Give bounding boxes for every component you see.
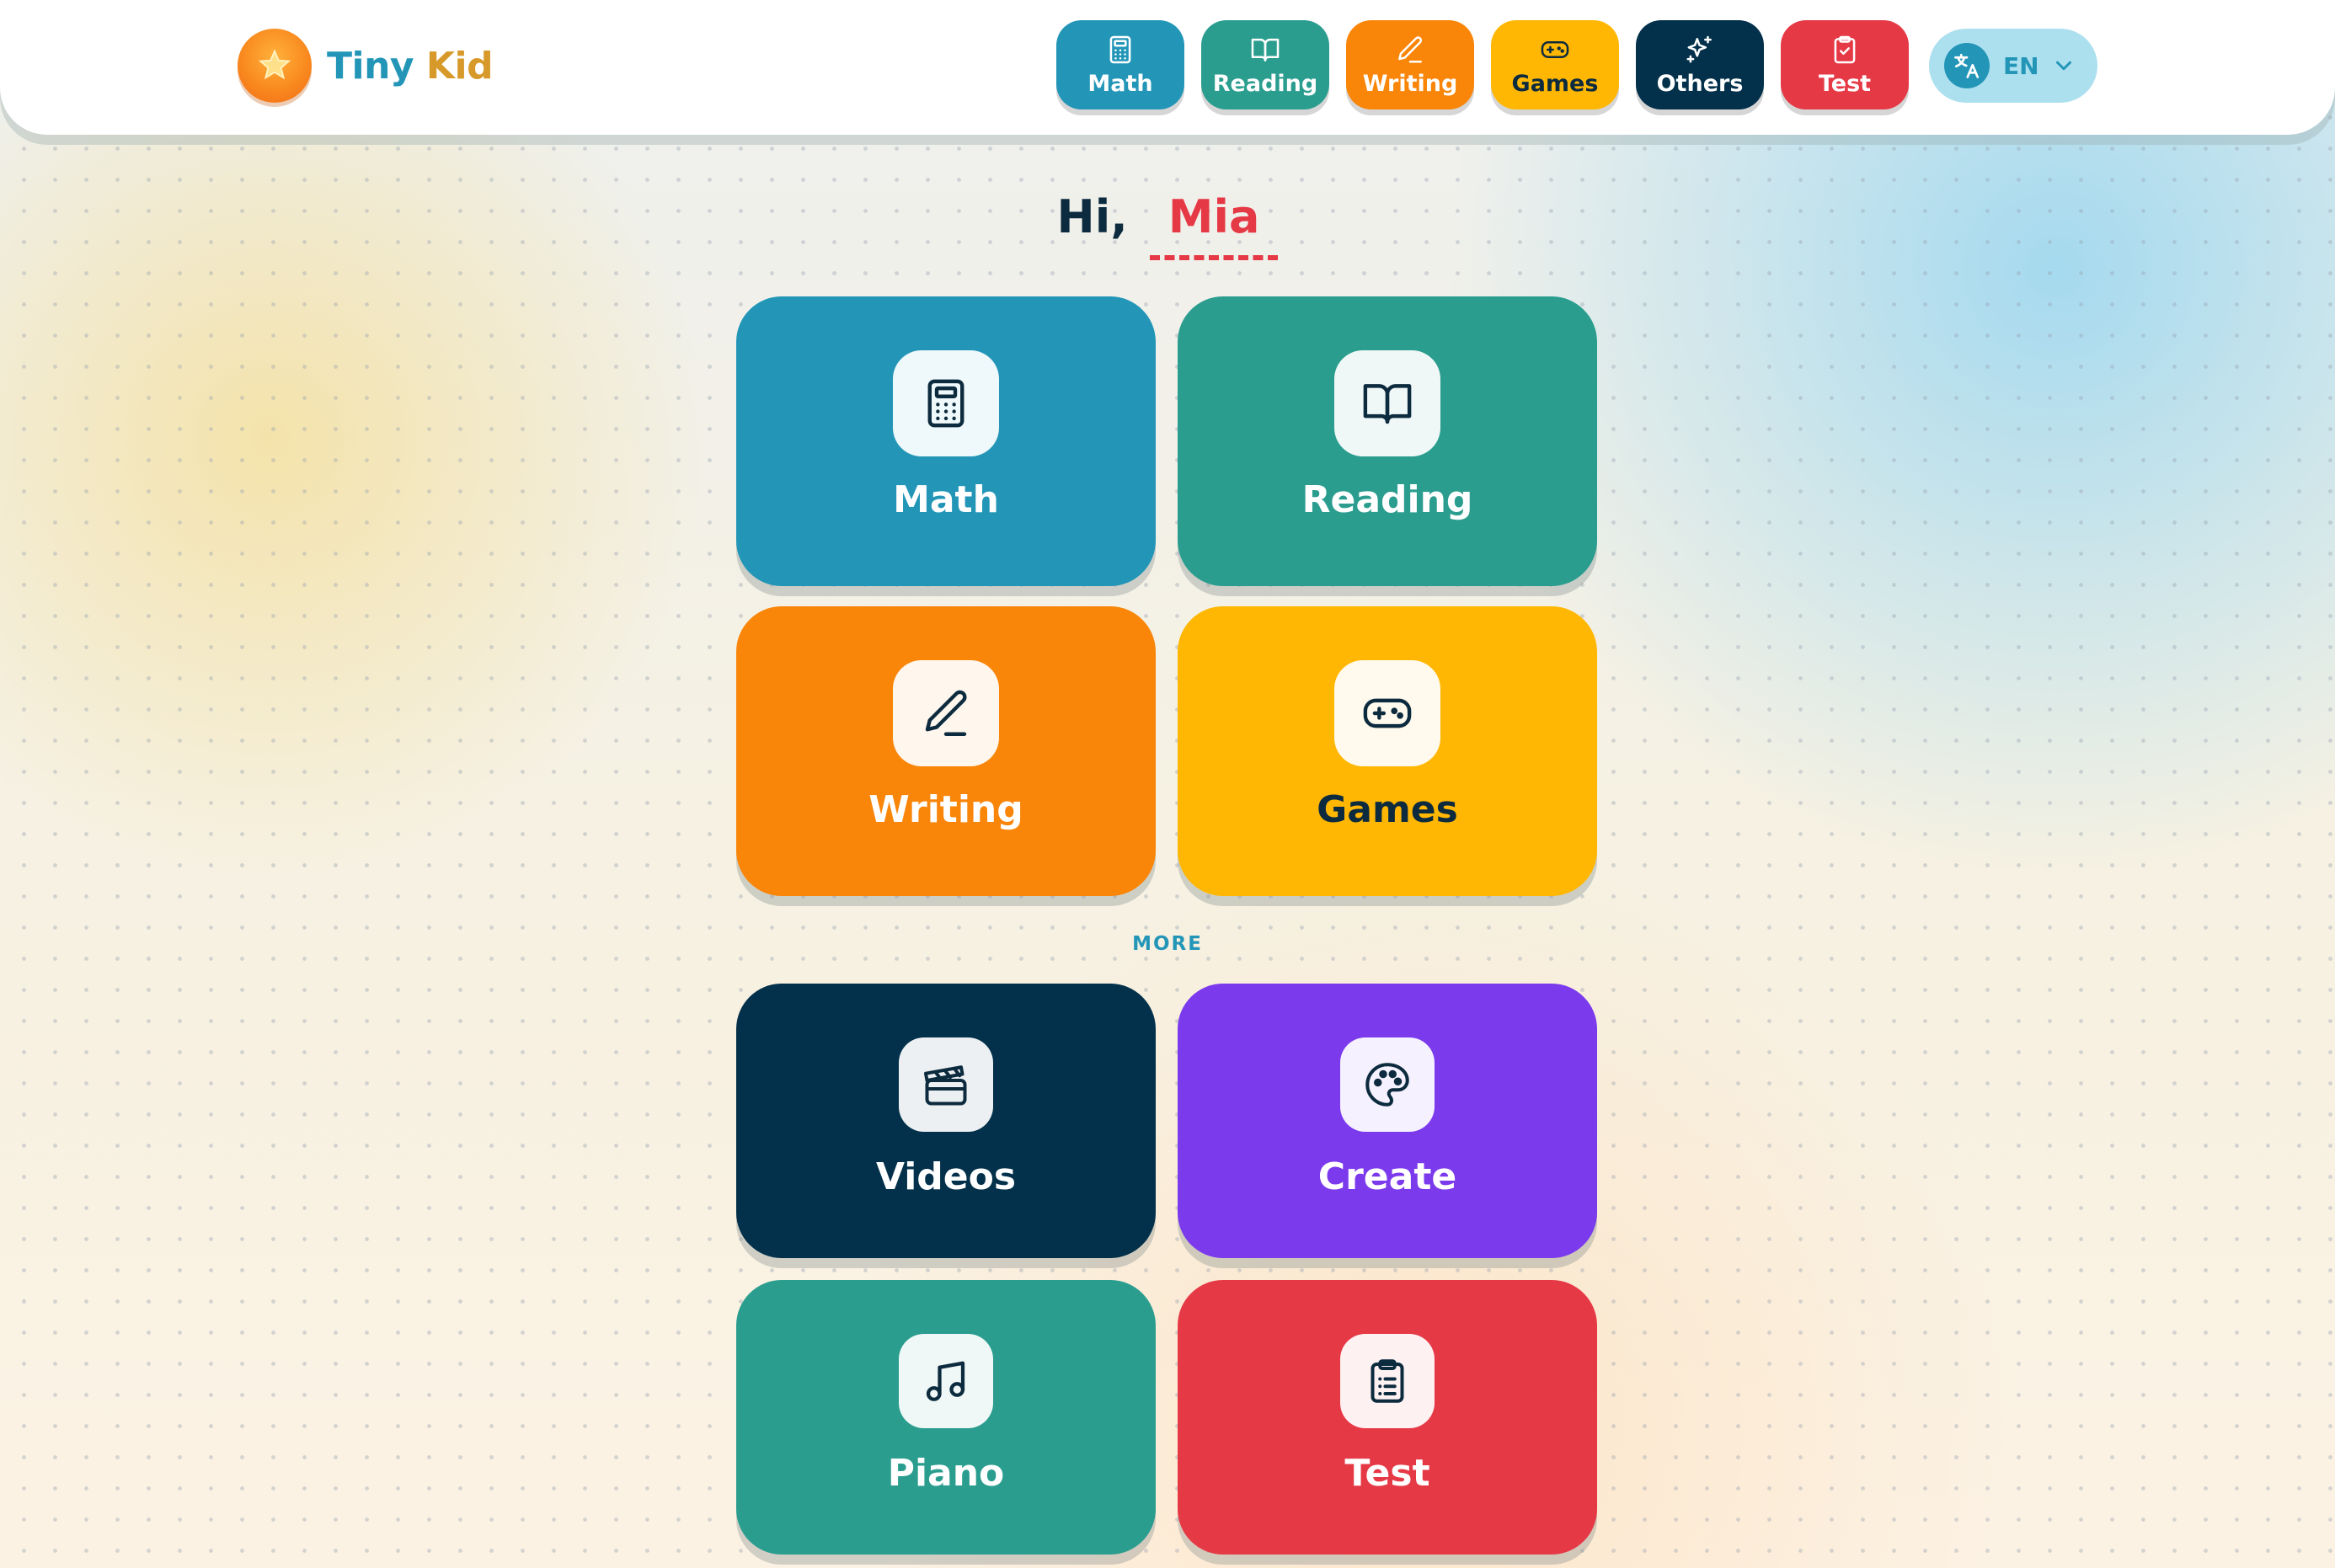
nav-reading-button[interactable]: Reading xyxy=(1201,20,1329,109)
top-header: Tiny Kid Math Reading Writing Games Othe… xyxy=(0,0,2335,135)
nav-math-button[interactable]: Math xyxy=(1056,20,1184,109)
translate-icon xyxy=(1944,43,1990,88)
nav-writing-button[interactable]: Writing xyxy=(1346,20,1474,109)
more-section-heading: MORE xyxy=(1132,933,1203,955)
language-label: EN xyxy=(2003,51,2039,80)
card-games[interactable]: Games xyxy=(1178,606,1597,896)
nav-test-button[interactable]: Test xyxy=(1781,20,1909,109)
gamepad-icon xyxy=(1334,660,1440,766)
nav-writing-label: Writing xyxy=(1362,70,1458,97)
card-math[interactable]: Math xyxy=(736,296,1156,586)
nav-reading-label: Reading xyxy=(1212,70,1318,97)
pencil-icon xyxy=(1398,35,1423,63)
card-videos-label: Videos xyxy=(875,1155,1017,1198)
greeting-name[interactable]: Mia xyxy=(1149,190,1279,260)
logo-text-part2: Kid xyxy=(425,44,494,88)
card-reading-label: Reading xyxy=(1301,478,1473,521)
logo-text: Tiny Kid xyxy=(327,44,494,88)
gamepad-icon xyxy=(1541,40,1569,58)
card-games-label: Games xyxy=(1317,788,1458,831)
card-reading[interactable]: Reading xyxy=(1178,296,1597,586)
calculator-icon xyxy=(1109,35,1131,63)
card-math-label: Math xyxy=(893,478,999,521)
language-selector[interactable]: EN xyxy=(1929,29,2097,103)
card-test[interactable]: Test xyxy=(1178,1280,1597,1555)
book-icon xyxy=(1334,350,1440,456)
sparkles-icon xyxy=(1686,35,1712,63)
card-create-label: Create xyxy=(1317,1155,1457,1198)
card-writing[interactable]: Writing xyxy=(736,606,1156,896)
nav-others-label: Others xyxy=(1656,70,1744,97)
card-writing-label: Writing xyxy=(868,788,1023,831)
logo-text-part1: Tiny xyxy=(327,44,426,88)
card-test-label: Test xyxy=(1344,1452,1430,1495)
nav-games-button[interactable]: Games xyxy=(1491,20,1619,109)
pencil-icon xyxy=(893,660,999,766)
palette-icon xyxy=(1340,1037,1435,1132)
card-videos[interactable]: Videos xyxy=(736,984,1156,1258)
nav-games-label: Games xyxy=(1511,70,1599,97)
nav-math-label: Math xyxy=(1087,70,1153,97)
logo[interactable]: Tiny Kid xyxy=(238,29,494,103)
calculator-icon xyxy=(893,350,999,456)
clipboard-check-icon xyxy=(1834,35,1856,63)
clapperboard-icon xyxy=(899,1037,993,1132)
card-piano-label: Piano xyxy=(887,1452,1005,1495)
greeting-prefix: Hi, xyxy=(1056,190,1128,243)
chevron-down-icon xyxy=(2055,61,2071,71)
clipboard-list-icon xyxy=(1340,1334,1435,1428)
book-icon xyxy=(1251,38,1280,61)
card-create[interactable]: Create xyxy=(1178,984,1597,1258)
music-note-icon xyxy=(899,1334,993,1428)
nav-test-label: Test xyxy=(1818,70,1872,97)
star-logo-icon xyxy=(238,29,312,103)
top-nav: Math Reading Writing Games Others Test xyxy=(1056,20,1909,109)
greeting: Hi, Mia xyxy=(0,190,2335,260)
nav-others-button[interactable]: Others xyxy=(1636,20,1764,109)
card-piano[interactable]: Piano xyxy=(736,1280,1156,1555)
